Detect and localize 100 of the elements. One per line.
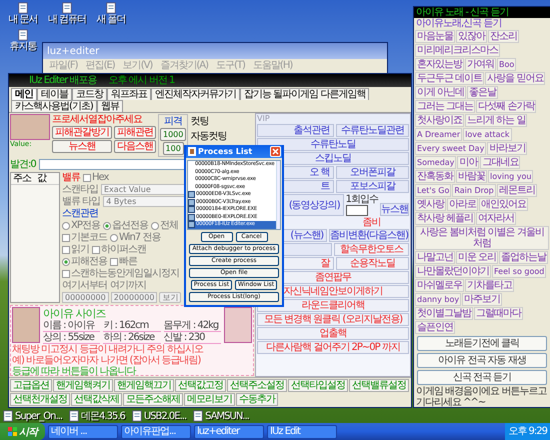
song-button[interactable]: 두근두근 데이트 [415, 72, 484, 85]
checkbox[interactable] [83, 174, 91, 182]
tab[interactable]: 코드창 [72, 88, 107, 100]
tab[interactable]: 잡기능 될파이게임 다른게임핵 [240, 88, 370, 100]
song-button[interactable]: Rain Drop [452, 184, 496, 197]
song-button[interactable]: 기차를타고 [465, 279, 514, 292]
icon-label[interactable]: Super_On... [15, 410, 62, 422]
action-button[interactable]: 뉴스핸 [52, 140, 112, 153]
taskbar-button[interactable]: luz+editer [194, 424, 264, 438]
file-icon[interactable] [105, 2, 117, 14]
file-icon[interactable] [61, 2, 73, 14]
action-button[interactable]: 다음스핸 [114, 140, 156, 153]
tab[interactable]: 수동추가 [236, 393, 278, 406]
checkbox[interactable] [62, 246, 70, 254]
icon-label[interactable]: 내 문서 [8, 14, 38, 25]
radio-button[interactable] [62, 222, 70, 230]
song-button[interactable]: love attack [463, 128, 512, 141]
view-button[interactable]: 보기 [159, 292, 182, 303]
file-icon[interactable] [192, 410, 204, 422]
tab[interactable]: 메모리보기 [184, 393, 235, 406]
tab[interactable]: 웹뷰 [96, 100, 123, 112]
taskbar-button[interactable]: 아이유판업... [121, 424, 191, 438]
song-button[interactable]: 착사랑 헤플리 [415, 212, 476, 225]
vip-button[interactable]: 뉴스핸 [380, 203, 409, 216]
tab[interactable]: 고급옵션 [10, 379, 52, 392]
song-button[interactable]: 좋은날 [467, 86, 498, 99]
tab[interactable]: 워프좌표 [107, 88, 151, 100]
song-button[interactable]: 미리메리크리스마스 [415, 44, 500, 57]
close-button[interactable] [270, 146, 281, 157]
icon-label[interactable]: 휴지통 [10, 41, 36, 52]
song-button[interactable]: 잔소리 [488, 30, 519, 43]
tab[interactable]: 선택밸류설정 [349, 379, 409, 392]
icon-label[interactable]: 새 폴더 [96, 14, 126, 25]
number-button[interactable]: 100 [162, 142, 184, 155]
song-button[interactable]: Boo [497, 58, 516, 71]
play-button[interactable]: 아이유 전곡 자동 재생 [417, 353, 547, 368]
action-button[interactable]: 피해관련 [114, 126, 156, 139]
play-button[interactable]: 신곡 전곡 듣기 [417, 370, 547, 385]
scrollbar[interactable] [276, 161, 280, 228]
checkbox[interactable] [62, 270, 70, 278]
dropdown[interactable]: 4 Bytes [103, 196, 186, 207]
file-icon[interactable] [130, 410, 143, 422]
icon-label[interactable]: 데몬4.35.6 [81, 410, 125, 422]
song-button[interactable]: Every sweet Day [415, 142, 486, 155]
song-button[interactable]: 마주보기 [462, 293, 502, 306]
radio-button[interactable] [62, 258, 70, 266]
vip-button[interactable]: 수류탄노딜관련 [336, 124, 409, 137]
song-button[interactable]: A Dreamer [415, 128, 462, 141]
taskbar-button[interactable]: 네이버 ... [48, 424, 118, 438]
checkbox[interactable] [110, 258, 118, 266]
song-button[interactable]: 사랑을 믿어요 [485, 72, 546, 85]
song-button[interactable]: 레몬트리 [496, 184, 537, 197]
song-button[interactable]: 애인있어요 [479, 198, 528, 211]
song-button[interactable]: 사랑은 봄비처럼 이별은 겨울비처럼 [415, 226, 549, 250]
tab[interactable]: 핸게임핵끄기 [114, 379, 174, 392]
tab[interactable]: 선택주소설정 [227, 379, 287, 392]
icon-label[interactable]: 내 컴퓨터 [48, 14, 86, 25]
song-button[interactable]: 아라로 [447, 198, 478, 211]
vip-button[interactable]: 다른사람핵 걸어주기 2P~0P 까지 [257, 341, 409, 354]
song-button[interactable]: 미아 [457, 156, 480, 169]
song-button[interactable]: 가여워 [465, 58, 496, 71]
input-field[interactable] [346, 205, 368, 216]
vip-button[interactable]: 모든 변경핵 원클릭 (오리지날전용) [257, 313, 409, 326]
song-button[interactable]: 마쉬멜로우 [415, 279, 464, 292]
song-button[interactable]: 나말고넌 [415, 251, 455, 264]
vip-button[interactable]: 할속무한오토스 [334, 243, 409, 256]
song-button[interactable]: 첫사랑이죠 [415, 114, 464, 127]
song-button[interactable]: 바라보기 [487, 142, 528, 155]
icon-label[interactable]: USB2.0E... [144, 410, 186, 422]
song-button[interactable]: 그럴때마다 [474, 307, 523, 320]
song-button[interactable]: 마음눈물 [415, 30, 455, 43]
song-button[interactable]: 다섯째 손가락 [476, 100, 536, 113]
input-field[interactable]: 20000000 [110, 292, 158, 303]
song-button[interactable]: 바람꽃 [456, 170, 487, 183]
vip-button[interactable]: 순용작노딜 [336, 257, 409, 270]
tab[interactable]: 선택천개설정 [10, 393, 70, 406]
address-list[interactable]: 주소 값 [10, 172, 60, 303]
tab[interactable]: 선택타입설정 [288, 379, 348, 392]
song-button[interactable]: loving you [488, 170, 534, 183]
song-button[interactable]: 졸업하는날 [499, 251, 548, 264]
song-button[interactable]: 있잖아 [456, 30, 487, 43]
song-button[interactable]: Someday [415, 156, 456, 169]
radio-button[interactable] [150, 222, 159, 230]
song-button[interactable]: 슬픈인연 [415, 321, 455, 334]
song-button[interactable]: 옛사랑 [415, 198, 446, 211]
song-button[interactable]: 여자라서 [476, 212, 516, 225]
tab[interactable]: 메인 [11, 88, 37, 100]
checkbox[interactable] [62, 234, 70, 242]
checkbox[interactable] [92, 246, 100, 254]
song-button[interactable]: 첫이별그날밤 [415, 307, 473, 320]
song-button[interactable]: 그러는 그대는 [415, 100, 476, 113]
vip-button[interactable]: 좀비변환(다음스핸) [329, 229, 409, 242]
taskbar-button[interactable]: IUz Edit [267, 424, 337, 438]
start-button[interactable]: 시작 [0, 423, 45, 440]
song-button[interactable]: 그대네요 [480, 156, 520, 169]
vip-button[interactable]: 출석관련 [257, 124, 334, 137]
song-button[interactable]: Let's Go [415, 184, 452, 197]
vip-button[interactable]: 오버폰피갈 [336, 166, 409, 179]
tab[interactable]: 테이블 [37, 88, 72, 100]
icon-label[interactable]: SAMSUN... [205, 410, 249, 422]
